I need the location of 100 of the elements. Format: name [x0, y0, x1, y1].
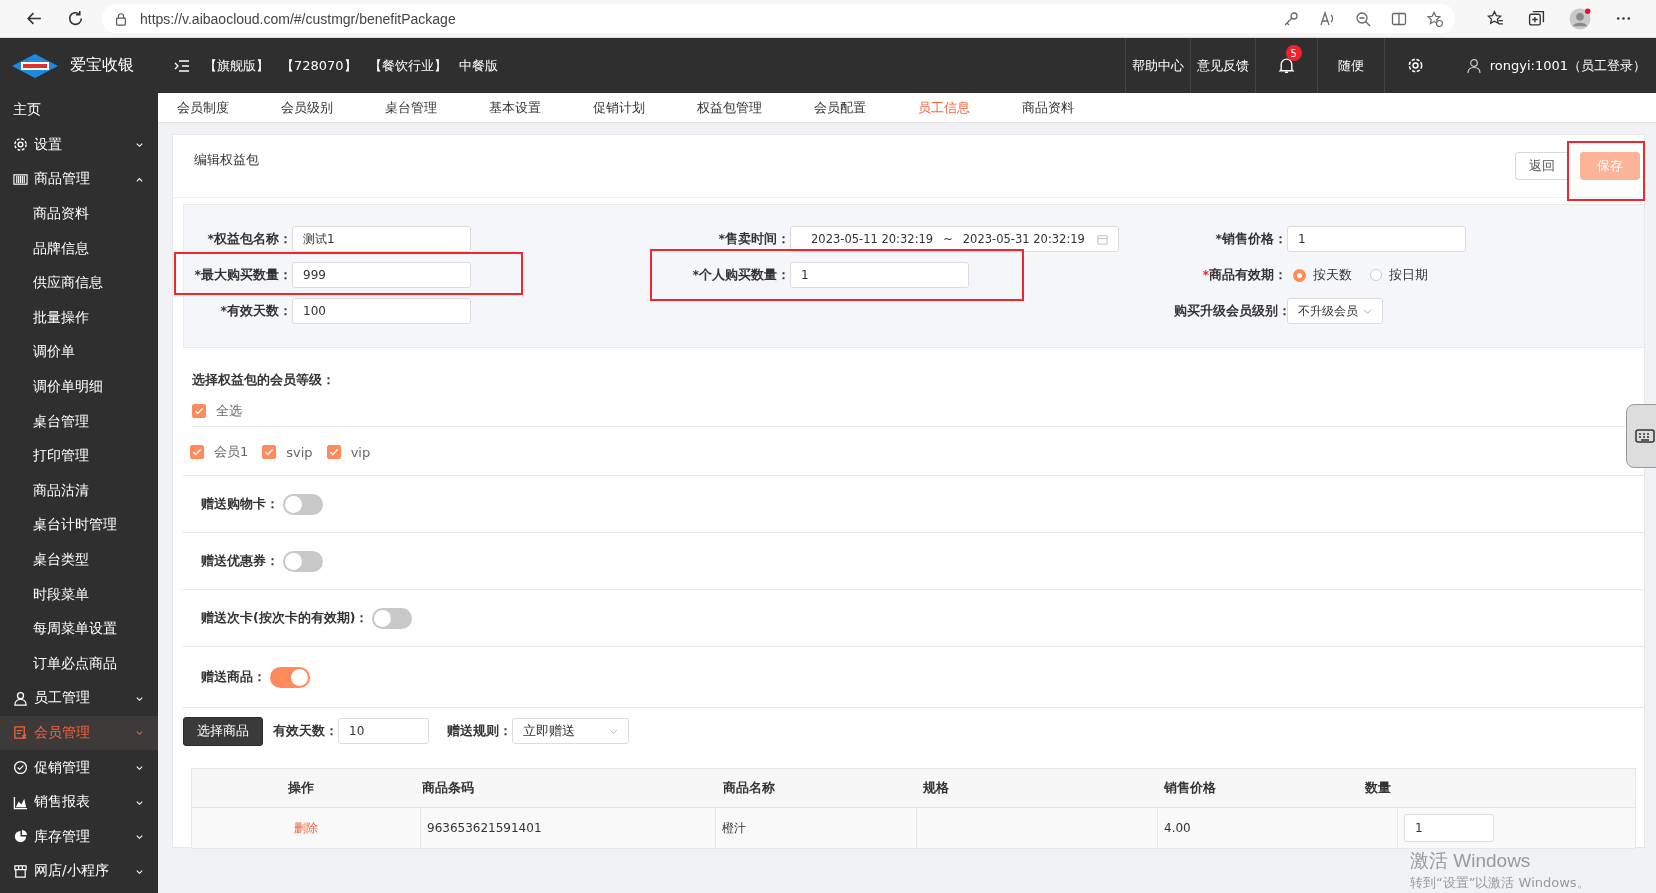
checkbox-option[interactable]: 会员1 — [190, 443, 249, 461]
profile-avatar-icon[interactable] — [1569, 7, 1591, 30]
collections-icon[interactable] — [1528, 10, 1545, 27]
star-plus-icon[interactable] — [1427, 10, 1443, 27]
sidebar-subitem[interactable]: 批量操作 — [0, 300, 158, 336]
zoom-out-icon[interactable] — [1355, 10, 1371, 27]
edition-tag: 【餐饮行业】 — [368, 56, 447, 75]
range-separator: ~ — [943, 232, 953, 246]
radio-option[interactable]: 按天数 — [1293, 266, 1352, 284]
sidebar-subitem[interactable]: 桌台计时管理 — [0, 508, 158, 543]
back-button[interactable]: 返回 — [1515, 152, 1569, 180]
radio-button[interactable] — [1370, 269, 1382, 281]
checkbox[interactable] — [262, 445, 277, 459]
checkbox[interactable] — [326, 445, 341, 459]
chevron-icon — [135, 140, 144, 150]
sidebar-subitem[interactable]: 桌台类型 — [0, 542, 158, 578]
user-name[interactable]: rongyi:1001（员工登录） — [1489, 56, 1646, 75]
field-label: 购买升级会员级别： — [1174, 302, 1287, 320]
sidebar-subitem[interactable]: 商品沽清 — [0, 473, 158, 509]
user-icon[interactable] — [1465, 57, 1482, 74]
tab[interactable]: 桌台管理 — [359, 98, 463, 117]
sidebar-subitem[interactable]: 供应商信息 — [0, 265, 158, 301]
radio-button[interactable] — [1293, 268, 1306, 282]
date-range-field[interactable]: 2023-05-11 20:32:19 ~ 2023-05-31 20:32:19 — [790, 226, 1119, 252]
key-icon[interactable] — [1283, 10, 1299, 27]
input-field[interactable]: 999 — [292, 262, 471, 288]
checkbox[interactable] — [192, 404, 206, 418]
toggle-label: 赠送优惠券： — [201, 552, 279, 570]
column-header: 商品名称 — [722, 779, 776, 797]
sidebar-item[interactable]: 设置 — [0, 127, 158, 163]
sidebar-subitem[interactable]: 品牌信息 — [0, 231, 158, 266]
select-field[interactable]: 立即赠送 — [512, 718, 629, 744]
checkbox-option[interactable]: 全选 — [192, 402, 242, 420]
chevron-icon — [135, 175, 144, 184]
input-field[interactable]: 1 — [790, 262, 969, 288]
sidebar-item[interactable]: 网店/小程序 — [0, 854, 158, 889]
keyboard-icon[interactable] — [1626, 404, 1656, 468]
refresh-icon[interactable] — [67, 10, 84, 27]
check-icon — [327, 446, 340, 458]
sidebar-item[interactable]: 销售报表 — [0, 784, 158, 820]
menu-icon[interactable] — [174, 57, 190, 74]
split-view-icon[interactable] — [1391, 10, 1407, 27]
calendar-icon — [1097, 233, 1108, 245]
table-cell: 4.00 — [1157, 808, 1397, 848]
quantity-field[interactable]: 1 — [1404, 814, 1494, 842]
field-label: *售卖时间： — [717, 230, 790, 248]
input-field[interactable]: 100 — [292, 298, 471, 324]
sidebar-subitem[interactable]: 打印管理 — [0, 438, 158, 474]
lock-icon[interactable] — [114, 11, 128, 26]
edition-tag: 【728070】 — [281, 56, 357, 75]
input-field[interactable]: 10 — [338, 718, 429, 744]
toggle-label: 赠送购物卡： — [201, 495, 279, 513]
sidebar-item[interactable]: 商品管理 — [0, 162, 158, 197]
input-field[interactable]: 测试1 — [292, 226, 471, 252]
sidebar-subitem[interactable]: 调价单 — [0, 335, 158, 370]
tab[interactable]: 商品资料 — [996, 98, 1100, 117]
sidebar-subitem[interactable]: 时段菜单 — [0, 577, 158, 612]
input-field[interactable]: 1 — [1287, 226, 1466, 252]
sidebar-subitem[interactable]: 调价单明细 — [0, 369, 158, 405]
tab[interactable]: 会员级别 — [255, 98, 359, 117]
address-bar[interactable]: https://v.aibaocloud.com/#/custmgr/benefitPackage — [102, 4, 1455, 33]
check-icon — [263, 446, 276, 458]
activation-hint: 转到“设置”以激活 Windows。 — [1410, 874, 1590, 892]
checkbox-option[interactable]: svip — [262, 443, 313, 461]
favorites-icon[interactable] — [1487, 10, 1504, 27]
sidebar-item[interactable]: 员工管理 — [0, 681, 158, 716]
store-icon — [13, 863, 28, 879]
checkbox-option[interactable]: vip — [326, 443, 371, 461]
sidebar-item[interactable]: 会员管理 — [0, 715, 158, 751]
section-title: 选择权益包的会员等级： — [192, 372, 336, 389]
sidebar-subitem[interactable]: 桌台管理 — [0, 404, 158, 439]
end-date: 2023-05-31 20:32:19 — [962, 232, 1085, 246]
sidebar-item[interactable]: 库存管理 — [0, 819, 158, 855]
sidebar-item[interactable]: 促销管理 — [0, 750, 158, 785]
activation-title: 激活 Windows — [1410, 849, 1532, 873]
select-product-button[interactable]: 选择商品 — [183, 716, 263, 746]
select-field[interactable]: 不升级会员 — [1287, 298, 1383, 324]
tab[interactable]: 会员配置 — [788, 98, 892, 117]
tab[interactable]: 促销计划 — [567, 98, 671, 117]
field-label: *权益包名称： — [206, 230, 292, 248]
toggle-switch[interactable] — [270, 666, 310, 688]
sidebar-item[interactable]: 主页 — [0, 93, 158, 128]
tab[interactable]: 基本设置 — [463, 98, 567, 117]
sidebar-subitem[interactable]: 商品资料 — [0, 196, 158, 232]
toggle-switch[interactable] — [283, 550, 323, 572]
field-label: *销售价格： — [1214, 230, 1287, 248]
sidebar-subitem[interactable]: 订单必点商品 — [0, 646, 158, 682]
back-icon[interactable] — [26, 10, 43, 27]
settings-icon[interactable] — [1406, 57, 1424, 74]
read-aloud-icon[interactable] — [1319, 10, 1335, 27]
toggle-label: 赠送次卡(按次卡的有效期)： — [201, 609, 369, 627]
toggle-switch[interactable] — [283, 493, 323, 515]
toggle-label: 赠送商品： — [201, 668, 266, 686]
bell-icon[interactable] — [1277, 57, 1295, 74]
tab[interactable]: 权益包管理 — [671, 98, 788, 117]
sidebar-subitem[interactable]: 每周菜单设置 — [0, 611, 158, 647]
tab[interactable]: 会员制度 — [158, 98, 255, 117]
toggle-switch[interactable] — [372, 607, 413, 629]
checkbox[interactable] — [190, 445, 204, 459]
radio-option[interactable]: 按日期 — [1370, 266, 1428, 284]
